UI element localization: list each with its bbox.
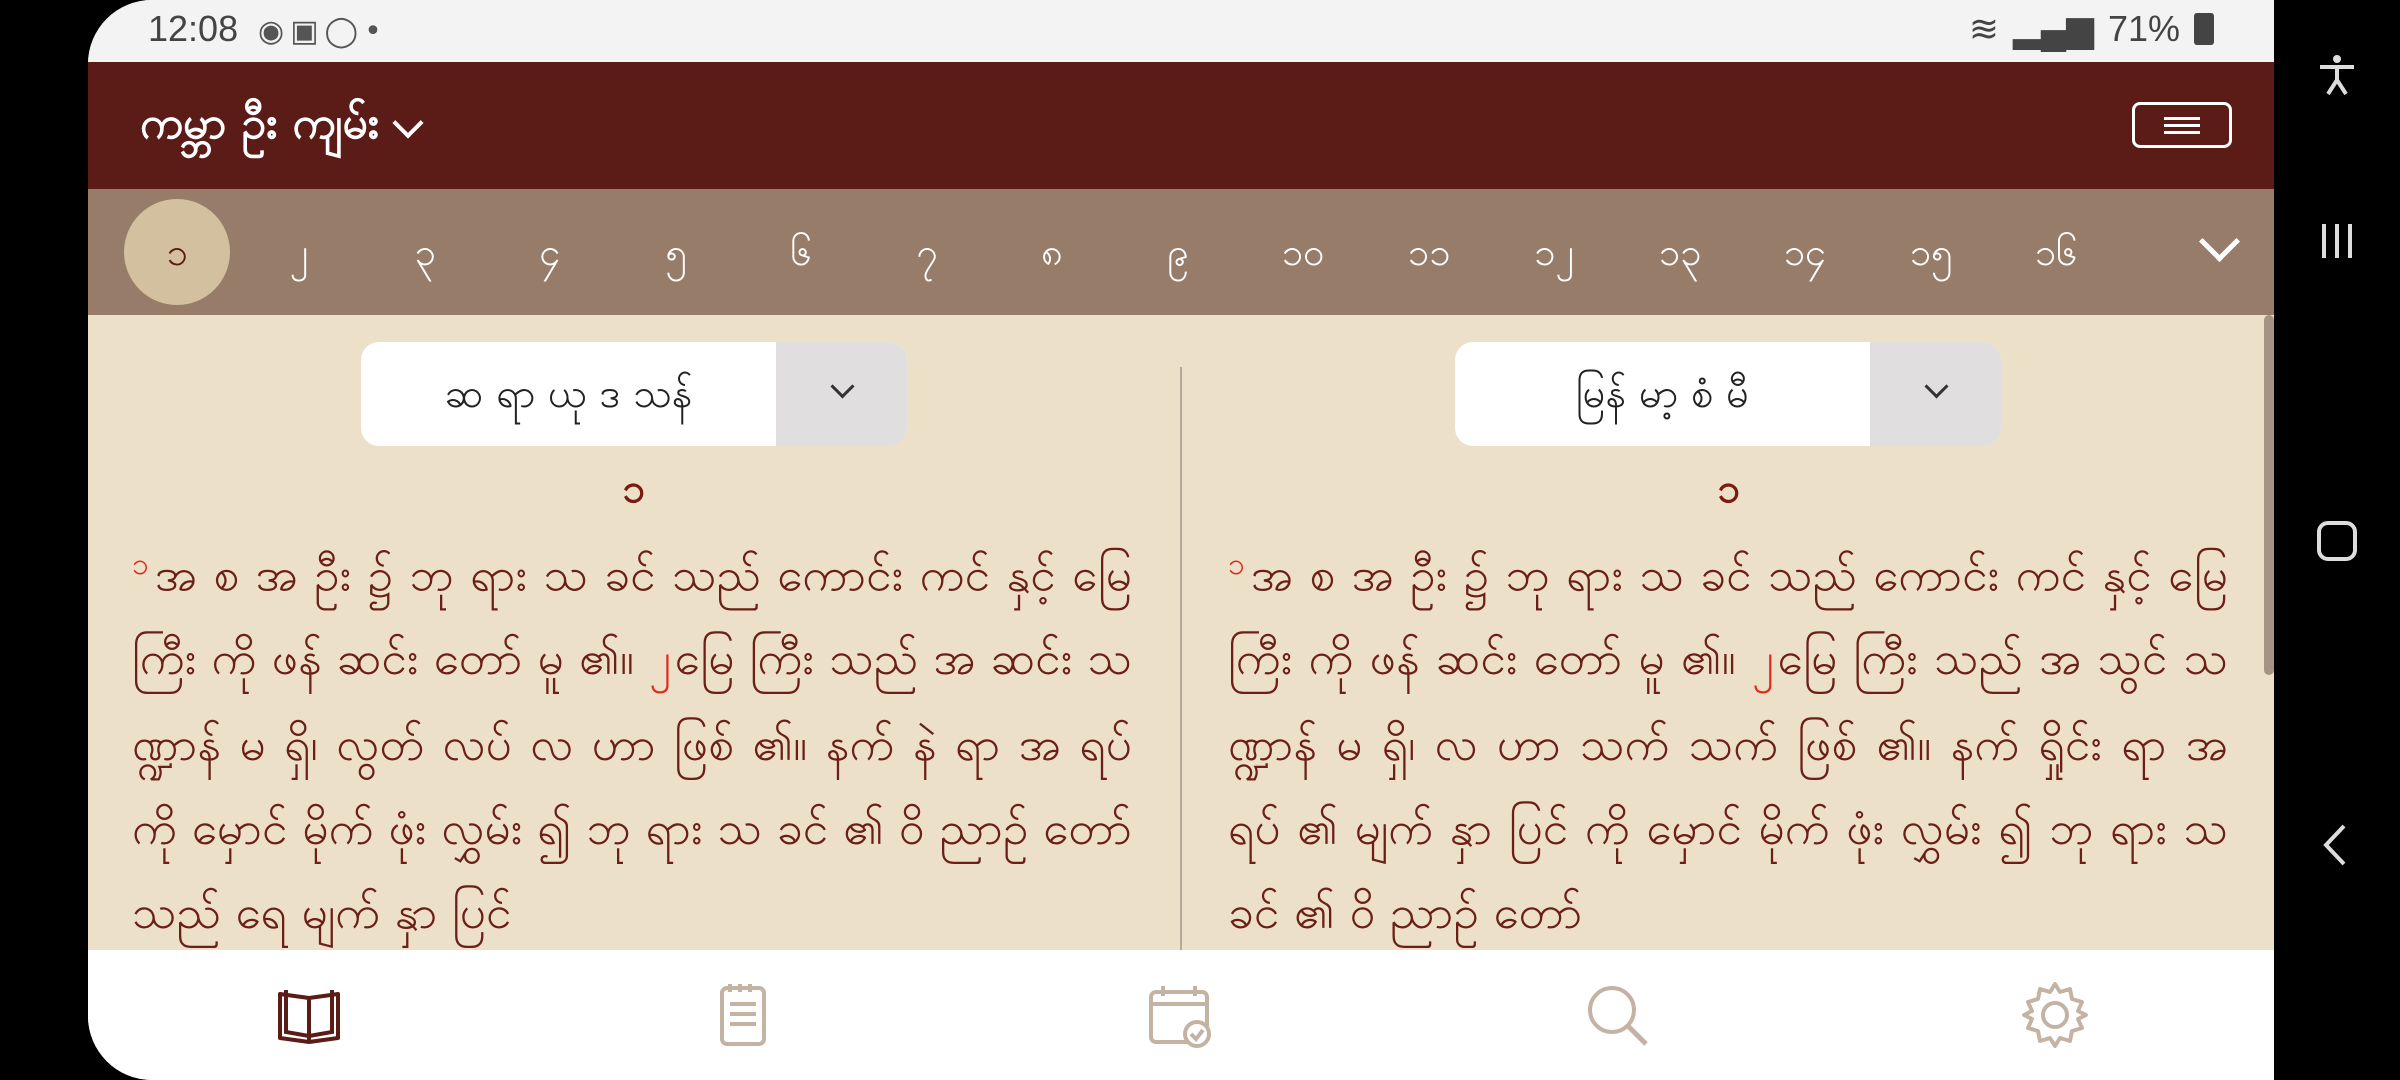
right-verse-text: ၁အ စ အ ဦး ၌ ဘု ရား သ ခင် သည် ကောင်း ကင် … [1228, 523, 2228, 950]
chapter-item[interactable]: ၁၆ [2003, 199, 2109, 305]
wifi-icon: ≋ [1968, 8, 2000, 49]
chapter-item[interactable]: ၁၃ [1627, 199, 1733, 305]
left-version-selector[interactable]: ဆ ရာ ယု ဒ သန် [361, 342, 907, 446]
book-selector[interactable]: ကမ္ဘာ ဦး ကျမ်း [140, 96, 424, 160]
notes-icon [720, 984, 766, 1046]
left-version-dropdown[interactable] [776, 342, 907, 446]
chapter-bar: ၁ ၂ ၃ ၄ ၅ ၆ ၇ ၈ ၉ ၁၀ ၁၁ ၁၂ ၁၃ ၁၄ ၁၅ ၁၆ [88, 189, 2274, 315]
device-icon: ▣ [290, 14, 325, 49]
chevron-down-icon [392, 107, 424, 139]
signal-icon: ▂▄▆ [2013, 8, 2094, 49]
battery-percent: 71% [2107, 8, 2180, 49]
chapter-item[interactable]: ၁၀ [1250, 199, 1356, 305]
right-chapter-heading: ၁ [1717, 466, 1741, 512]
home-icon[interactable] [2314, 518, 2360, 564]
left-chapter-heading: ၁ [622, 466, 646, 512]
expand-chapters-icon[interactable] [2198, 220, 2241, 263]
nav-plans[interactable] [1145, 980, 1215, 1050]
notification-icons: ◉▣◯• [258, 14, 388, 49]
scrollbar[interactable] [2264, 315, 2274, 675]
left-version-label: ဆ ရာ ယု ဒ သန် [444, 371, 693, 417]
sync-icon: ◉ [258, 14, 291, 49]
verse-number: ၁ [132, 547, 149, 582]
verse-number: ၁ [1228, 547, 1245, 582]
chapter-item[interactable]: ၁ [124, 199, 230, 305]
left-verse-text: ၁အ စ အ ဦး ၌ ဘု ရား သ ခင် သည် ကောင်း ကင် … [132, 523, 1132, 950]
chapter-item[interactable]: ၆ [748, 199, 854, 305]
status-bar: 12:08 ◉▣◯• ≋ ▂▄▆ 71% [88, 0, 2274, 62]
accessibility-icon[interactable] [2314, 52, 2360, 98]
right-version-dropdown[interactable] [1870, 342, 2001, 446]
right-version-selector[interactable]: မြန် မာ့ စံ မီ [1455, 342, 2001, 446]
recent-apps-icon[interactable] [2314, 218, 2360, 264]
book-title: ကမ္ဘာ ဦး ကျမ်း [140, 98, 379, 149]
menu-button[interactable] [2132, 102, 2232, 148]
chapter-item[interactable]: ၇ [874, 199, 980, 305]
verse-number: ၂ [1751, 634, 1774, 686]
battery-icon [2194, 13, 2214, 45]
status-time: 12:08 [148, 8, 239, 49]
chapter-item[interactable]: ၁၁ [1376, 199, 1482, 305]
chapter-item[interactable]: ၁၅ [1878, 199, 1984, 305]
search-icon [1588, 986, 1648, 1046]
status-right: ≋ ▂▄▆ 71% [1969, 8, 2214, 50]
verse-number: ၂ [649, 634, 671, 686]
chapter-item[interactable]: ၁၂ [1501, 199, 1607, 305]
chapter-item[interactable]: ၉ [1125, 199, 1231, 305]
nav-bible[interactable] [274, 980, 344, 1050]
nav-settings[interactable] [2020, 980, 2090, 1050]
chapter-item[interactable]: ၈ [999, 199, 1105, 305]
nav-search[interactable] [1582, 980, 1652, 1050]
phone-screen: 12:08 ◉▣◯• ≋ ▂▄▆ 71% ကမ္ဘာ ဦး ကျမ်း ၁ ၂ … [88, 0, 2274, 1080]
calendar-icon [1149, 986, 1211, 1048]
chapter-item[interactable]: ၄ [497, 199, 603, 305]
chapter-item[interactable]: ၅ [623, 199, 729, 305]
nav-notes[interactable] [708, 980, 778, 1050]
chevron-down-icon [830, 374, 855, 399]
bottom-navigation [88, 950, 2274, 1080]
right-version-label: မြန် မာ့ စံ မီ [1575, 371, 1750, 417]
book-icon [278, 990, 340, 1044]
system-navigation-bar [2274, 0, 2400, 1080]
app-bar: ကမ္ဘာ ဦး ကျမ်း [88, 62, 2274, 189]
parallel-reading-area: ဆ ရာ ယု ဒ သန် ၁ ၁အ စ အ ဦး ၌ ဘု ရား သ ခင်… [88, 315, 2274, 950]
chapter-item[interactable]: ၃ [372, 199, 478, 305]
chapter-item[interactable]: ၂ [246, 199, 352, 305]
hamburger-icon [2164, 116, 2200, 120]
settings-icon [2022, 982, 2088, 1048]
panel-divider [1180, 367, 1182, 950]
back-icon[interactable] [2314, 822, 2360, 868]
chevron-down-icon [1924, 374, 1949, 399]
dot-icon: • [364, 14, 388, 49]
chapter-item[interactable]: ၁၄ [1752, 199, 1858, 305]
whatsapp-icon: ◯ [324, 14, 365, 49]
